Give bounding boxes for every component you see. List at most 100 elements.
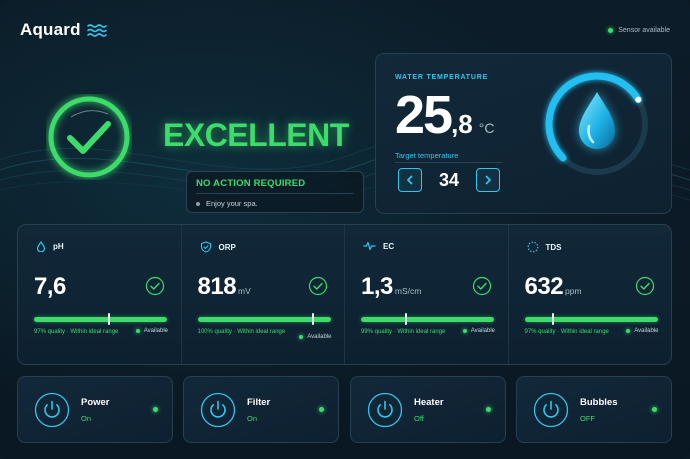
target-temperature-value: 34: [438, 169, 460, 190]
waves-icon: [86, 24, 107, 37]
temperature-gauge: [545, 72, 648, 175]
power-icon[interactable]: [367, 392, 403, 428]
decrease-temperature-button[interactable]: [398, 168, 422, 192]
power-icon[interactable]: [533, 392, 569, 428]
availability-text: Available: [307, 334, 332, 340]
water-drop-icon: [579, 92, 615, 149]
quality-bar: [197, 313, 331, 325]
quality-bar: [34, 313, 167, 325]
metric-header: TDS: [527, 241, 562, 253]
status-message: Enjoy your spa.: [196, 199, 354, 208]
status-dot: [299, 335, 304, 339]
increase-temperature-button[interactable]: [476, 168, 500, 192]
control-title: Heater: [414, 397, 444, 408]
gauge-knob: [635, 96, 642, 103]
metric-orp: ORP 818 mV 100% quality · Within ideal r…: [182, 225, 345, 364]
metric-value: 1,3 mS/cm: [361, 273, 421, 301]
metric-footer: 99% quality · Within ideal range Availab…: [361, 328, 495, 338]
availability: Available: [462, 328, 495, 334]
temp-unit: °C: [478, 120, 495, 136]
metric-name: ORP: [218, 242, 236, 252]
check-circle-icon: [48, 96, 130, 178]
metric-quality: 100% quality · Within ideal range: [197, 329, 286, 335]
control-title: Bubbles: [580, 397, 618, 408]
control-title: Filter: [247, 397, 271, 408]
status-dot: [319, 407, 324, 412]
metric-number: 632: [524, 273, 564, 300]
temp-integer: 25: [395, 85, 453, 145]
availability: Available: [135, 328, 168, 334]
water-temperature-panel: WATER TEMPERATURE 25 ,8 °C Target temper…: [375, 53, 672, 214]
metric-ec: EC 1,3 mS/cm 99% quality · Within ideal …: [345, 225, 509, 364]
quality-bar: [361, 313, 494, 325]
control-title: Power: [81, 397, 110, 408]
control-state: On: [81, 414, 92, 423]
status-dot: [608, 28, 614, 33]
droplet-icon: [36, 241, 46, 252]
dashboard: Aquard Sensor available EXCELLENT NO ACT…: [0, 0, 690, 459]
availability: Available: [626, 328, 659, 334]
availability-text: Available: [634, 328, 659, 334]
power-icon[interactable]: [34, 392, 70, 428]
availability: Available: [299, 334, 332, 340]
metric-footer: 97% quality · Within ideal range Availab…: [34, 328, 168, 338]
check-circle-icon: [472, 276, 491, 296]
metric-footer: 97% quality · Within ideal range Availab…: [525, 328, 659, 338]
control-card-filter[interactable]: Filter On: [183, 376, 339, 443]
status-message-text: Enjoy your spa.: [206, 199, 258, 208]
availability-text: Available: [470, 328, 495, 334]
quality-marker: [311, 313, 314, 325]
temp-decimal: ,8: [451, 109, 473, 139]
metric-quality: 99% quality · Within ideal range: [361, 329, 446, 335]
status-title: NO ACTION REQUIRED: [196, 178, 306, 189]
water-temperature-label: WATER TEMPERATURE: [395, 74, 489, 81]
check-circle-icon: [635, 276, 655, 296]
status-dot: [652, 407, 657, 412]
bullet: [196, 201, 200, 206]
target-temperature-label: Target temperature: [395, 151, 459, 160]
control-state: On: [247, 414, 258, 423]
metric-name: EC: [383, 241, 395, 251]
chevron-left-icon: [407, 175, 413, 185]
sensor-status: Sensor available: [608, 27, 670, 34]
control-card-power[interactable]: Power On: [17, 376, 173, 443]
status-box: NO ACTION REQUIRED Enjoy your spa.: [186, 171, 364, 213]
dotted-circle-icon: [527, 241, 538, 253]
chevron-right-icon: [485, 175, 491, 185]
metrics-panel: pH 7,6 97% quality · Within ideal range …: [17, 224, 672, 365]
check-circle-icon: [308, 276, 328, 296]
power-icon[interactable]: [200, 392, 236, 428]
metric-number: 818: [197, 273, 237, 300]
divider: [395, 162, 502, 163]
control-state: OFF: [580, 414, 595, 423]
metric-header: EC: [363, 241, 394, 251]
sensor-status-text: Sensor available: [618, 27, 670, 34]
metric-footer: 100% quality · Within ideal range Availa…: [198, 328, 332, 340]
metric-unit: mV: [238, 286, 251, 296]
metric-header: ORP: [200, 241, 236, 253]
app-name: Aquard: [20, 20, 81, 39]
metric-unit: mS/cm: [394, 286, 422, 296]
metric-number: 1,3: [361, 273, 393, 300]
control-card-heater[interactable]: Heater Off: [350, 376, 506, 443]
metric-name: TDS: [545, 242, 562, 252]
divider: [196, 193, 354, 194]
metric-number: 7,6: [34, 273, 66, 300]
status-dot: [135, 329, 140, 333]
control-state: Off: [414, 414, 424, 423]
target-temperature-control: 34: [398, 168, 500, 192]
status-dot: [153, 407, 158, 412]
quality-marker: [404, 313, 407, 325]
status-dot: [462, 329, 467, 333]
status-dot: [626, 329, 631, 333]
pulse-icon: [363, 241, 376, 251]
check-circle-icon: [145, 276, 164, 296]
logo: Aquard: [20, 20, 107, 40]
metric-value: 7,6: [34, 273, 68, 301]
control-card-bubbles[interactable]: Bubbles OFF: [516, 376, 672, 443]
metric-quality: 97% quality · Within ideal range: [524, 329, 609, 335]
metric-header: pH: [36, 241, 64, 252]
metric-value: 818 mV: [198, 273, 251, 301]
metric-tds: TDS 632 ppm 97% quality · Within ideal r…: [509, 225, 672, 364]
water-temperature-value: 25 ,8 °C: [395, 88, 494, 142]
